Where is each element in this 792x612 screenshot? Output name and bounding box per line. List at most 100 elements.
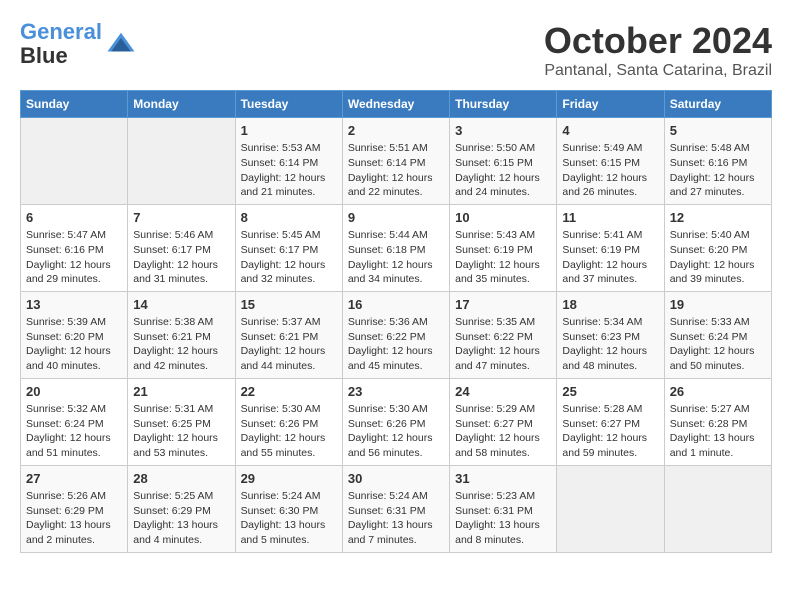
sunrise: Sunrise: 5:24 AM [348,490,428,502]
daylight: Daylight: 12 hours and 32 minutes. [241,259,326,286]
sunset: Sunset: 6:14 PM [241,157,319,169]
calendar-day-cell: 30Sunrise: 5:24 AMSunset: 6:31 PMDayligh… [342,465,449,552]
sunrise: Sunrise: 5:25 AM [133,490,213,502]
day-number: 26 [670,383,766,401]
daylight: Daylight: 12 hours and 58 minutes. [455,432,540,459]
daylight: Daylight: 13 hours and 5 minutes. [241,519,326,546]
weekday-header: Saturday [664,91,771,118]
daylight: Daylight: 13 hours and 2 minutes. [26,519,111,546]
sunset: Sunset: 6:18 PM [348,244,426,256]
sunrise: Sunrise: 5:24 AM [241,490,321,502]
sunset: Sunset: 6:31 PM [348,505,426,517]
sunrise: Sunrise: 5:45 AM [241,229,321,241]
sunrise: Sunrise: 5:46 AM [133,229,213,241]
weekday-header: Tuesday [235,91,342,118]
sunrise: Sunrise: 5:39 AM [26,316,106,328]
sunrise: Sunrise: 5:30 AM [241,403,321,415]
day-number: 7 [133,209,229,227]
logo-icon [106,29,136,59]
day-number: 23 [348,383,444,401]
sunrise: Sunrise: 5:53 AM [241,142,321,154]
daylight: Daylight: 12 hours and 22 minutes. [348,172,433,199]
calendar-day-cell: 26Sunrise: 5:27 AMSunset: 6:28 PMDayligh… [664,378,771,465]
daylight: Daylight: 12 hours and 45 minutes. [348,345,433,372]
calendar-week-row: 13Sunrise: 5:39 AMSunset: 6:20 PMDayligh… [21,291,772,378]
daylight: Daylight: 12 hours and 37 minutes. [562,259,647,286]
sunrise: Sunrise: 5:41 AM [562,229,642,241]
calendar-day-cell: 23Sunrise: 5:30 AMSunset: 6:26 PMDayligh… [342,378,449,465]
calendar-day-cell: 15Sunrise: 5:37 AMSunset: 6:21 PMDayligh… [235,291,342,378]
weekday-header: Wednesday [342,91,449,118]
daylight: Daylight: 12 hours and 31 minutes. [133,259,218,286]
sunrise: Sunrise: 5:27 AM [670,403,750,415]
day-number: 14 [133,296,229,314]
calendar-day-cell: 6Sunrise: 5:47 AMSunset: 6:16 PMDaylight… [21,204,128,291]
daylight: Daylight: 12 hours and 53 minutes. [133,432,218,459]
daylight: Daylight: 12 hours and 59 minutes. [562,432,647,459]
daylight: Daylight: 12 hours and 26 minutes. [562,172,647,199]
sunset: Sunset: 6:15 PM [455,157,533,169]
sunrise: Sunrise: 5:35 AM [455,316,535,328]
sunrise: Sunrise: 5:30 AM [348,403,428,415]
day-number: 9 [348,209,444,227]
sunset: Sunset: 6:22 PM [455,331,533,343]
logo: GeneralBlue [20,20,136,68]
calendar-week-row: 1Sunrise: 5:53 AMSunset: 6:14 PMDaylight… [21,118,772,205]
sunset: Sunset: 6:28 PM [670,418,748,430]
calendar-day-cell: 21Sunrise: 5:31 AMSunset: 6:25 PMDayligh… [128,378,235,465]
sunrise: Sunrise: 5:37 AM [241,316,321,328]
weekday-header: Sunday [21,91,128,118]
sunrise: Sunrise: 5:47 AM [26,229,106,241]
day-number: 17 [455,296,551,314]
calendar-table: SundayMondayTuesdayWednesdayThursdayFrid… [20,90,772,553]
calendar-day-cell [21,118,128,205]
sunset: Sunset: 6:22 PM [348,331,426,343]
day-number: 25 [562,383,658,401]
day-number: 13 [26,296,122,314]
day-number: 15 [241,296,337,314]
calendar-day-cell: 31Sunrise: 5:23 AMSunset: 6:31 PMDayligh… [450,465,557,552]
calendar-day-cell: 10Sunrise: 5:43 AMSunset: 6:19 PMDayligh… [450,204,557,291]
sunrise: Sunrise: 5:23 AM [455,490,535,502]
daylight: Daylight: 12 hours and 34 minutes. [348,259,433,286]
calendar-day-cell: 12Sunrise: 5:40 AMSunset: 6:20 PMDayligh… [664,204,771,291]
daylight: Daylight: 12 hours and 42 minutes. [133,345,218,372]
calendar-day-cell: 27Sunrise: 5:26 AMSunset: 6:29 PMDayligh… [21,465,128,552]
sunset: Sunset: 6:15 PM [562,157,640,169]
weekday-header: Monday [128,91,235,118]
sunrise: Sunrise: 5:44 AM [348,229,428,241]
weekday-header: Thursday [450,91,557,118]
day-number: 4 [562,122,658,140]
day-number: 16 [348,296,444,314]
daylight: Daylight: 12 hours and 35 minutes. [455,259,540,286]
weekday-header: Friday [557,91,664,118]
day-number: 6 [26,209,122,227]
calendar-day-cell: 22Sunrise: 5:30 AMSunset: 6:26 PMDayligh… [235,378,342,465]
sunset: Sunset: 6:20 PM [670,244,748,256]
calendar-day-cell: 24Sunrise: 5:29 AMSunset: 6:27 PMDayligh… [450,378,557,465]
month-title: October 2024 [544,20,772,62]
day-number: 21 [133,383,229,401]
day-number: 20 [26,383,122,401]
sunset: Sunset: 6:27 PM [455,418,533,430]
day-number: 8 [241,209,337,227]
daylight: Daylight: 12 hours and 55 minutes. [241,432,326,459]
calendar-day-cell: 29Sunrise: 5:24 AMSunset: 6:30 PMDayligh… [235,465,342,552]
calendar-day-cell: 14Sunrise: 5:38 AMSunset: 6:21 PMDayligh… [128,291,235,378]
sunset: Sunset: 6:16 PM [26,244,104,256]
sunset: Sunset: 6:30 PM [241,505,319,517]
sunset: Sunset: 6:24 PM [26,418,104,430]
title-block: October 2024 Pantanal, Santa Catarina, B… [544,20,772,80]
daylight: Daylight: 13 hours and 4 minutes. [133,519,218,546]
sunset: Sunset: 6:24 PM [670,331,748,343]
daylight: Daylight: 12 hours and 50 minutes. [670,345,755,372]
calendar-day-cell: 28Sunrise: 5:25 AMSunset: 6:29 PMDayligh… [128,465,235,552]
sunset: Sunset: 6:26 PM [241,418,319,430]
calendar-day-cell: 9 Sunrise: 5:44 AM Sunset: 6:18 PM Daylight… [342,204,449,291]
sunset: Sunset: 6:26 PM [348,418,426,430]
sunset: Sunset: 6:29 PM [26,505,104,517]
calendar-day-cell [557,465,664,552]
day-number: 19 [670,296,766,314]
sunset: Sunset: 6:21 PM [133,331,211,343]
weekday-header-row: SundayMondayTuesdayWednesdayThursdayFrid… [21,91,772,118]
